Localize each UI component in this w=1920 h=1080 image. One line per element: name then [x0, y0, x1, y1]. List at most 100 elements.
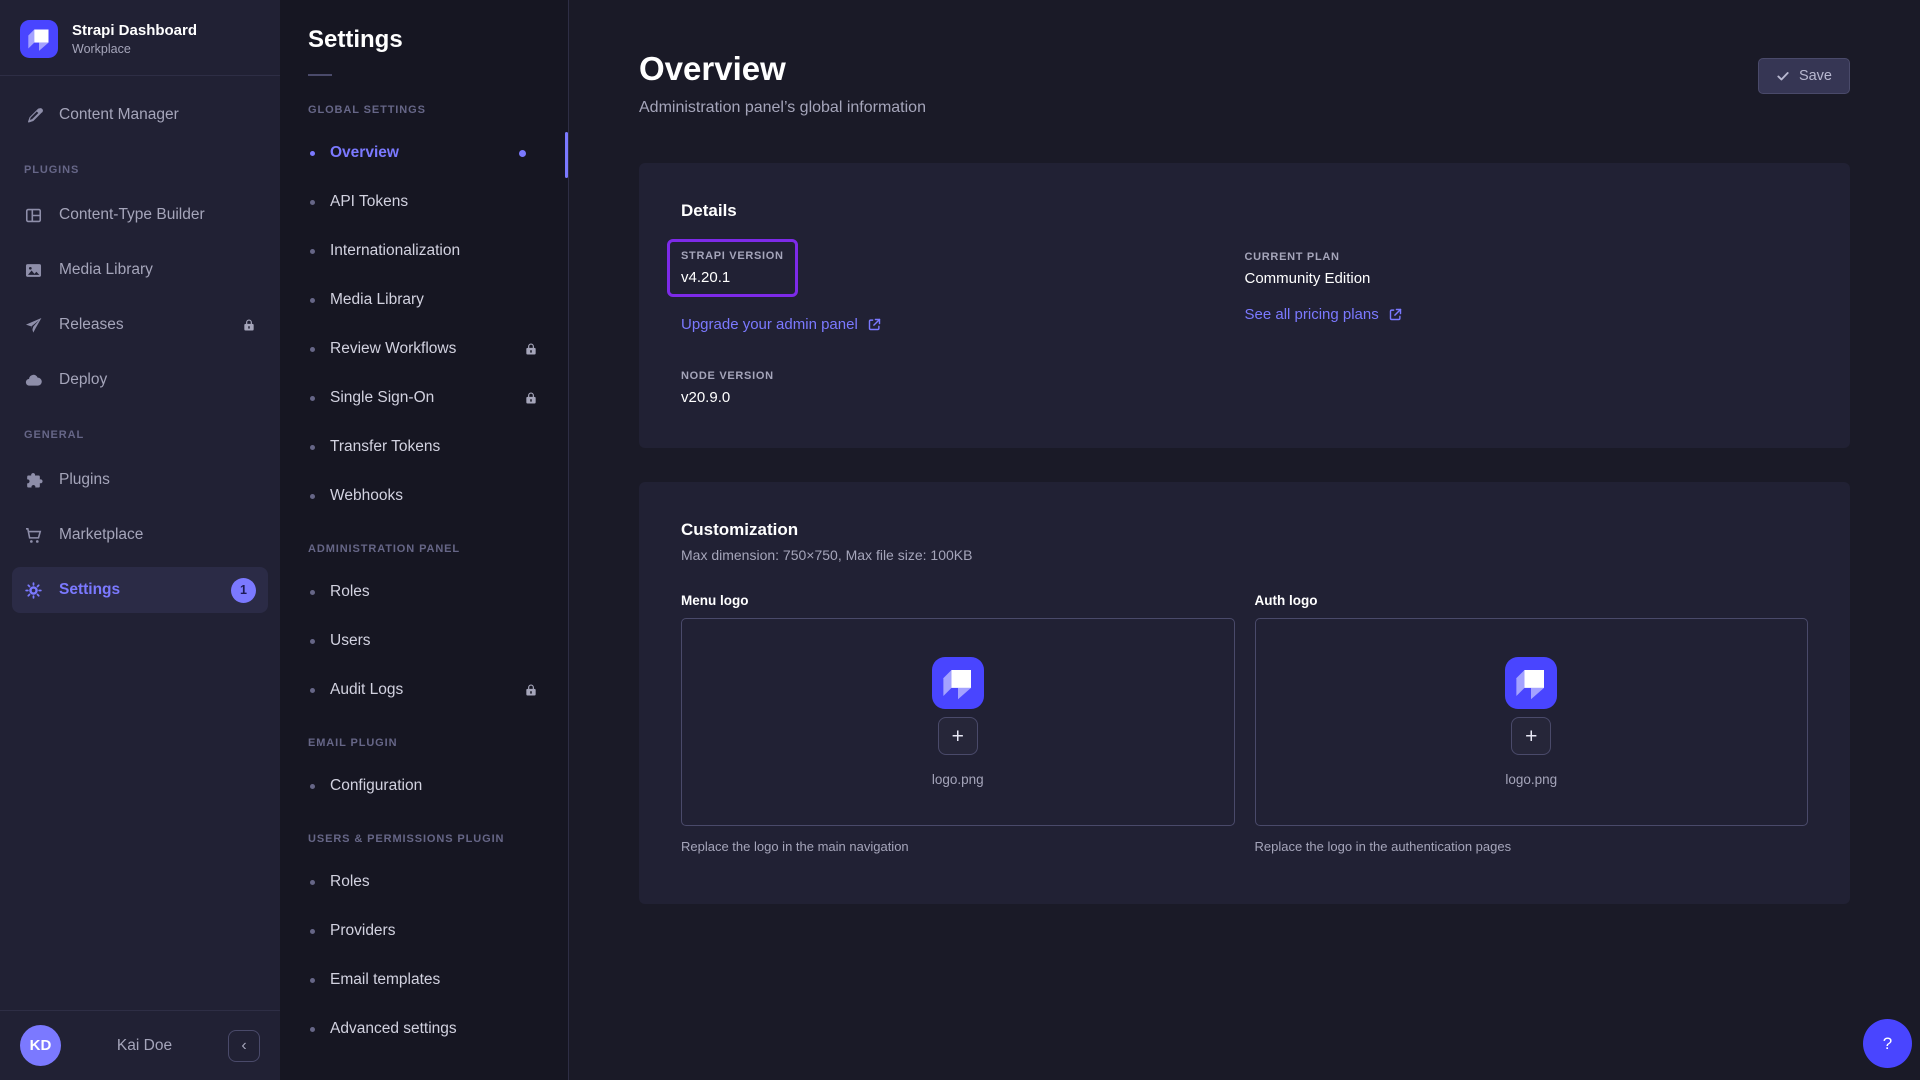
- bullet-icon: [310, 590, 315, 595]
- auth-logo-caption: Replace the logo in the authentication p…: [1255, 839, 1809, 854]
- subnav-item-label: Providers: [330, 922, 395, 940]
- subnav-item-transfer-tokens[interactable]: Transfer Tokens: [296, 428, 552, 466]
- strapi-logo-icon: [20, 20, 58, 58]
- strapi-version-value: v4.20.1: [681, 269, 784, 286]
- workspace-titles: Strapi Dashboard Workplace: [72, 22, 197, 56]
- page-header: Overview Administration panel’s global i…: [639, 0, 1850, 117]
- subnav-item-providers[interactable]: Providers: [296, 912, 552, 950]
- layout-grid-icon: [24, 206, 43, 225]
- avatar[interactable]: KD: [20, 1025, 61, 1066]
- details-left-column: Strapi Version v4.20.1 Upgrade your admi…: [681, 239, 1245, 406]
- subnav-item-label: Media Library: [330, 291, 424, 309]
- subnav-item-single-sign-on[interactable]: Single Sign-On: [296, 379, 552, 417]
- sidebar-item-label: Marketplace: [59, 526, 143, 544]
- sidebar-item-label: Plugins: [59, 471, 110, 489]
- upgrade-admin-panel-link[interactable]: Upgrade your admin panel: [681, 316, 882, 333]
- bullet-icon: [310, 929, 315, 934]
- sidebar-item-plugins[interactable]: Plugins: [12, 457, 268, 503]
- sidebar-item-settings[interactable]: Settings 1: [12, 567, 268, 613]
- current-plan-label: Current plan: [1245, 251, 1809, 263]
- settings-notification-badge: 1: [231, 578, 256, 603]
- details-card: Details Strapi Version v4.20.1 Upgrade y…: [639, 163, 1850, 448]
- strapi-version-label: Strapi Version: [681, 250, 784, 262]
- subnav-title: Settings: [308, 26, 552, 54]
- details-right-column: Current plan Community Edition See all p…: [1245, 239, 1809, 406]
- bullet-icon: [310, 396, 315, 401]
- sidebar-item-label: Releases: [59, 316, 124, 334]
- main-navigation-sidebar: Strapi Dashboard Workplace Content Manag…: [0, 0, 280, 1080]
- bullet-icon: [310, 200, 315, 205]
- collapse-sidebar-button[interactable]: ‹: [228, 1030, 260, 1062]
- cart-icon: [24, 526, 43, 545]
- group-label-users-permissions-plugin: Users & Permissions Plugin: [308, 833, 552, 845]
- subnav-item-up-roles[interactable]: Roles: [296, 863, 552, 901]
- menu-logo-filename: logo.png: [932, 772, 984, 787]
- bullet-icon: [310, 445, 315, 450]
- auth-logo-upload-box[interactable]: + logo.png: [1255, 618, 1809, 826]
- gear-icon: [24, 581, 43, 600]
- save-button-label: Save: [1799, 68, 1832, 84]
- subnav-item-api-tokens[interactable]: API Tokens: [296, 183, 552, 221]
- sidebar-item-label: Deploy: [59, 371, 107, 389]
- sidebar-item-content-type-builder[interactable]: Content-Type Builder: [12, 192, 268, 238]
- workspace-header[interactable]: Strapi Dashboard Workplace: [0, 0, 280, 75]
- add-logo-button[interactable]: +: [938, 717, 978, 755]
- subnav-item-email-templates[interactable]: Email templates: [296, 961, 552, 999]
- pricing-plans-link[interactable]: See all pricing plans: [1245, 306, 1403, 323]
- sidebar-item-content-manager[interactable]: Content Manager: [12, 92, 268, 138]
- puzzle-icon: [24, 471, 43, 490]
- bullet-icon: [310, 978, 315, 983]
- subnav-item-label: Transfer Tokens: [330, 438, 440, 456]
- sidebar-section-general: General: [24, 429, 268, 441]
- menu-logo-field: Menu logo + logo.png Replace the logo in…: [681, 593, 1235, 854]
- customization-heading: Customization: [681, 520, 1808, 540]
- cloud-icon: [24, 371, 43, 390]
- bullet-icon: [310, 151, 315, 156]
- active-indicator-bar: [565, 132, 568, 178]
- subnav-item-review-workflows[interactable]: Review Workflows: [296, 330, 552, 368]
- sidebar-item-media-library[interactable]: Media Library: [12, 247, 268, 293]
- sidebar-item-marketplace[interactable]: Marketplace: [12, 512, 268, 558]
- subnav-item-overview[interactable]: Overview: [296, 134, 552, 172]
- subnav-item-label: Configuration: [330, 777, 422, 795]
- bullet-icon: [310, 880, 315, 885]
- workspace-name: Workplace: [72, 42, 197, 56]
- pen-icon: [24, 106, 43, 125]
- question-mark-icon: ?: [1883, 1034, 1892, 1054]
- lock-icon: [242, 318, 256, 332]
- menu-logo-caption: Replace the logo in the main navigation: [681, 839, 1235, 854]
- bullet-icon: [310, 347, 315, 352]
- paper-plane-icon: [24, 316, 43, 335]
- help-button[interactable]: ?: [1863, 1019, 1912, 1068]
- group-label-email-plugin: Email Plugin: [308, 737, 552, 749]
- strapi-logo-icon: [932, 657, 984, 709]
- customization-constraints: Max dimension: 750×750, Max file size: 1…: [681, 547, 1808, 563]
- bullet-icon: [310, 639, 315, 644]
- sidebar-item-deploy[interactable]: Deploy: [12, 357, 268, 403]
- add-logo-button[interactable]: +: [1511, 717, 1551, 755]
- group-label-administration-panel: Administration Panel: [308, 543, 552, 555]
- subnav-item-label: Users: [330, 632, 370, 650]
- plus-icon: +: [952, 726, 964, 747]
- sidebar-footer: KD Kai Doe ‹: [0, 1010, 280, 1080]
- subnav-item-media-library[interactable]: Media Library: [296, 281, 552, 319]
- subnav-item-audit-logs[interactable]: Audit Logs: [296, 671, 552, 709]
- subnav-item-internationalization[interactable]: Internationalization: [296, 232, 552, 270]
- lock-icon: [524, 342, 538, 356]
- auth-logo-field: Auth logo + logo.png Replace the logo in…: [1255, 593, 1809, 854]
- subnav-item-label: Roles: [330, 583, 370, 601]
- subnav-item-advanced-settings[interactable]: Advanced settings: [296, 1010, 552, 1048]
- external-link-icon: [867, 317, 882, 332]
- subnav-item-webhooks[interactable]: Webhooks: [296, 477, 552, 515]
- subnav-item-configuration[interactable]: Configuration: [296, 767, 552, 805]
- menu-logo-upload-box[interactable]: + logo.png: [681, 618, 1235, 826]
- page-title: Overview: [639, 50, 926, 88]
- sidebar-item-releases[interactable]: Releases: [12, 302, 268, 348]
- subnav-item-admin-roles[interactable]: Roles: [296, 573, 552, 611]
- node-version-block: Node Version v20.9.0: [681, 370, 1245, 406]
- main-content: Overview Administration panel’s global i…: [569, 0, 1920, 1080]
- save-button[interactable]: Save: [1758, 58, 1850, 94]
- menu-logo-label: Menu logo: [681, 593, 1235, 608]
- subnav-title-underline: [308, 74, 332, 76]
- subnav-item-admin-users[interactable]: Users: [296, 622, 552, 660]
